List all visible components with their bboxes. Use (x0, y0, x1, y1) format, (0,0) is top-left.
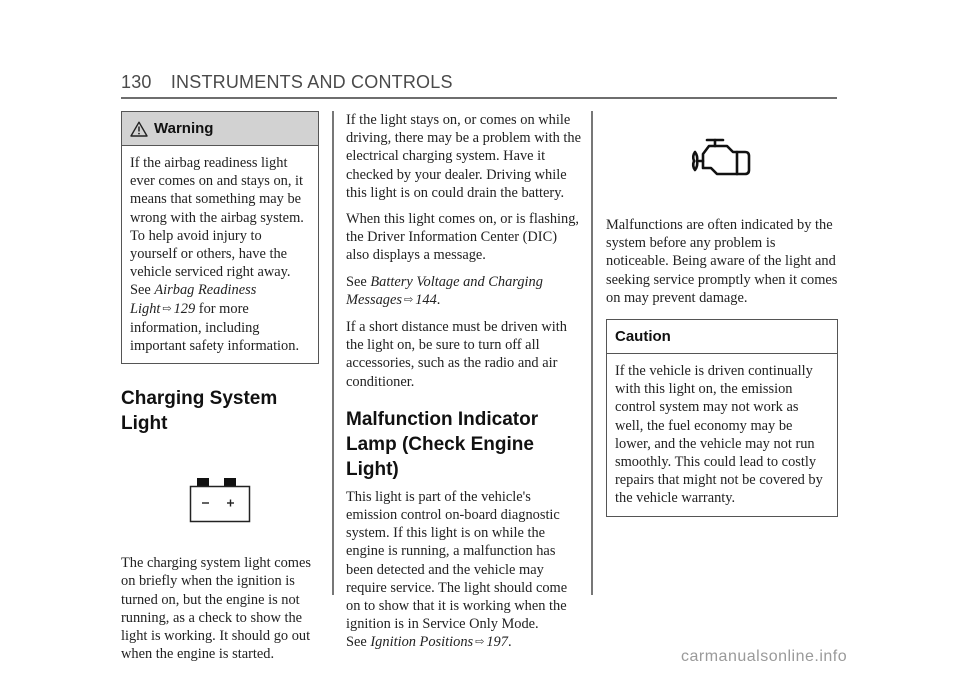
paragraph: If the light stays on, or comes on while… (346, 112, 581, 201)
caution-header: Caution (607, 320, 837, 355)
see-label: See (346, 273, 371, 290)
column-1: Warning If the airbag readiness light ev… (121, 111, 319, 671)
column-2: If the light stays on, or comes on while… (346, 111, 582, 661)
xref-link[interactable]: Ignition Positions (370, 634, 473, 650)
warning-text: If the airbag readiness light ever comes… (130, 154, 310, 355)
paragraph: See Battery Voltage and Charging Message… (346, 273, 582, 310)
see-label: See (346, 634, 371, 651)
warning-body: If the airbag readiness light ever comes… (122, 146, 318, 363)
warning-title: Warning (154, 120, 214, 137)
battery-icon-container (121, 476, 319, 524)
xref-arrow-icon: ⇨ (403, 293, 414, 306)
paragraph: If a short distance must be driven with … (346, 319, 568, 390)
xref-arrow-icon: ⇨ (475, 636, 485, 649)
engine-icon-container (606, 138, 838, 180)
xref-page[interactable]: 197 (486, 634, 508, 650)
section-heading: Charging System Light (121, 388, 278, 435)
caution-title: Caution (615, 328, 671, 346)
punctuation: . (507, 634, 512, 651)
check-engine-icon (691, 138, 751, 176)
column-3: Malfunctions are often indicated by the … (606, 111, 838, 517)
xref-page[interactable]: 144 (415, 292, 437, 308)
warning-header: Warning (122, 112, 318, 146)
caution-body: If the vehicle is driven continually wit… (607, 354, 837, 516)
paragraph: The charging system light comes on brief… (121, 555, 311, 663)
watermark: carmanualsonline.info (681, 648, 848, 665)
warning-text-part: If the airbag readiness light ever comes… (130, 155, 304, 299)
header-rule (121, 97, 837, 99)
warning-box: Warning If the airbag readiness light ev… (121, 111, 319, 365)
paragraph: This light is part of the vehicle's emis… (346, 488, 568, 633)
paragraph: When this light comes on, or is flashing… (346, 211, 580, 264)
xref-arrow-icon: ⇨ (162, 302, 172, 315)
punctuation: . (436, 291, 441, 308)
page-number: 130 (121, 72, 152, 92)
warning-triangle-icon (130, 121, 148, 137)
paragraph: See Ignition Positions ⇨ 197. (346, 633, 582, 652)
battery-icon (189, 478, 251, 523)
caution-box: Caution If the vehicle is driven continu… (606, 319, 838, 517)
paragraph: Malfunctions are often indicated by the … (606, 217, 838, 306)
page-header: 130 INSTRUMENTS AND CONTROLS (121, 72, 453, 93)
xref-page[interactable]: 129 (174, 301, 196, 317)
caution-text: If the vehicle is driven continually wit… (615, 363, 823, 507)
column-divider (332, 111, 334, 595)
column-divider (591, 111, 593, 595)
section-heading: Malfunction Indicator Lamp (Check Engine… (346, 408, 539, 480)
section-title: INSTRUMENTS AND CONTROLS (170, 72, 453, 92)
xref-link[interactable]: Battery Voltage and Charging Messages (346, 274, 543, 308)
